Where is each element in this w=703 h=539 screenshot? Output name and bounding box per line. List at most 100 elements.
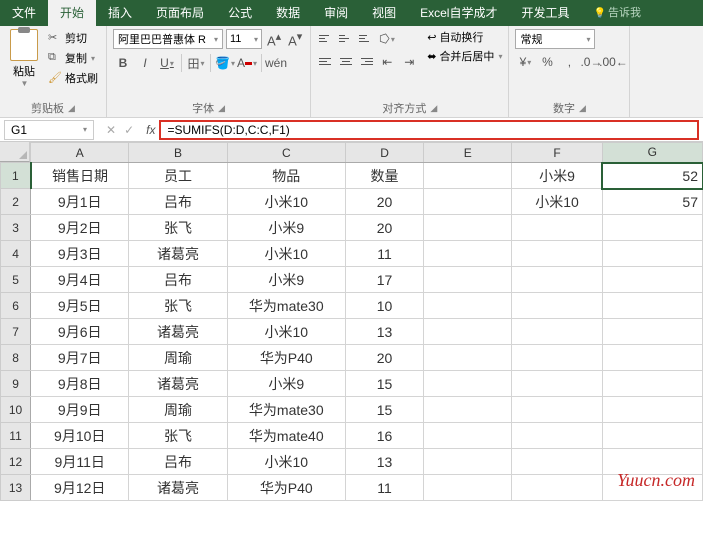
cell[interactable] <box>602 293 702 319</box>
row-header[interactable]: 12 <box>1 449 31 475</box>
row-header[interactable]: 5 <box>1 267 31 293</box>
cell[interactable]: 13 <box>345 449 423 475</box>
cell[interactable] <box>424 293 512 319</box>
tab-layout[interactable]: 页面布局 <box>144 0 216 26</box>
col-header-b[interactable]: B <box>129 143 227 163</box>
comma-button[interactable]: , <box>559 52 579 72</box>
cell[interactable] <box>602 397 702 423</box>
cell[interactable]: 小米10 <box>512 189 602 215</box>
cell[interactable] <box>512 241 602 267</box>
cell[interactable] <box>512 215 602 241</box>
cell[interactable] <box>602 423 702 449</box>
paste-button[interactable]: 粘贴 ▼ <box>6 29 42 88</box>
cell[interactable]: 小米9 <box>512 163 602 189</box>
cell[interactable]: 10 <box>345 293 423 319</box>
underline-button[interactable]: U▾ <box>157 53 177 73</box>
cell[interactable]: 13 <box>345 319 423 345</box>
cell[interactable]: 9月8日 <box>31 371 129 397</box>
row-header[interactable]: 13 <box>1 475 31 501</box>
cell[interactable] <box>512 449 602 475</box>
align-top-button[interactable] <box>317 29 335 47</box>
cell[interactable]: 20 <box>345 215 423 241</box>
cell[interactable]: 17 <box>345 267 423 293</box>
tell-me[interactable]: 告诉我 <box>582 0 653 26</box>
percent-button[interactable]: % <box>537 52 557 72</box>
cell[interactable] <box>512 345 602 371</box>
cell[interactable]: 销售日期 <box>31 163 129 189</box>
cell[interactable] <box>602 371 702 397</box>
cell[interactable]: 吕布 <box>129 267 227 293</box>
align-middle-button[interactable] <box>337 29 355 47</box>
align-left-button[interactable] <box>317 52 335 70</box>
cell[interactable]: 9月2日 <box>31 215 129 241</box>
increase-font-button[interactable]: A▴ <box>265 30 283 48</box>
cell[interactable]: 小米9 <box>227 267 345 293</box>
enter-formula-button[interactable]: ✓ <box>124 123 134 137</box>
cell[interactable] <box>602 215 702 241</box>
tab-addin[interactable]: Excel自学成才 <box>408 0 509 26</box>
cell[interactable] <box>512 475 602 501</box>
dialog-launcher-icon[interactable]: ◢ <box>579 103 586 114</box>
cell[interactable]: 数量 <box>345 163 423 189</box>
cell[interactable]: 华为mate30 <box>227 397 345 423</box>
cell[interactable]: 诸葛亮 <box>129 241 227 267</box>
cell[interactable]: 9月11日 <box>31 449 129 475</box>
border-button[interactable]: 田▾ <box>186 53 206 73</box>
row-header[interactable]: 6 <box>1 293 31 319</box>
col-header-f[interactable]: F <box>512 143 602 163</box>
accounting-button[interactable]: ¥▾ <box>515 52 535 72</box>
cell[interactable]: 小米9 <box>227 371 345 397</box>
cell[interactable]: 9月9日 <box>31 397 129 423</box>
cell-active[interactable]: 52 <box>602 163 702 189</box>
cell[interactable]: 华为mate30 <box>227 293 345 319</box>
row-header[interactable]: 3 <box>1 215 31 241</box>
cut-button[interactable]: ✂剪切 <box>46 29 100 47</box>
format-painter-button[interactable]: 🖌格式刷 <box>46 69 100 87</box>
cell[interactable]: 华为mate40 <box>227 423 345 449</box>
cell[interactable]: 9月5日 <box>31 293 129 319</box>
cell[interactable] <box>424 163 512 189</box>
cell[interactable]: 张飞 <box>129 423 227 449</box>
orientation-button[interactable]: ⭔▾ <box>377 29 397 49</box>
cell[interactable] <box>424 449 512 475</box>
cell[interactable]: 小米10 <box>227 449 345 475</box>
cell[interactable]: 16 <box>345 423 423 449</box>
row-header[interactable]: 10 <box>1 397 31 423</box>
row-header[interactable]: 9 <box>1 371 31 397</box>
row-header[interactable]: 7 <box>1 319 31 345</box>
cell[interactable]: 20 <box>345 189 423 215</box>
tab-formulas[interactable]: 公式 <box>216 0 264 26</box>
row-header[interactable]: 11 <box>1 423 31 449</box>
tab-home[interactable]: 开始 <box>48 0 96 26</box>
phonetic-button[interactable]: wén <box>266 53 286 73</box>
cell[interactable]: 9月3日 <box>31 241 129 267</box>
cell[interactable]: 11 <box>345 241 423 267</box>
cell[interactable] <box>602 267 702 293</box>
cell[interactable]: 9月6日 <box>31 319 129 345</box>
cell[interactable]: 周瑜 <box>129 345 227 371</box>
cell[interactable]: 57 <box>602 189 702 215</box>
cell[interactable]: 物品 <box>227 163 345 189</box>
number-format-select[interactable]: 常规▾ <box>515 29 595 49</box>
cell[interactable]: 11 <box>345 475 423 501</box>
cell[interactable]: 诸葛亮 <box>129 371 227 397</box>
decrease-font-button[interactable]: A▾ <box>286 30 304 48</box>
cell[interactable]: 小米10 <box>227 241 345 267</box>
cell[interactable]: 小米9 <box>227 215 345 241</box>
col-header-c[interactable]: C <box>227 143 345 163</box>
cell[interactable] <box>602 241 702 267</box>
cell[interactable] <box>512 423 602 449</box>
cell[interactable] <box>424 371 512 397</box>
tab-file[interactable]: 文件 <box>0 0 48 26</box>
row-header[interactable]: 4 <box>1 241 31 267</box>
cancel-formula-button[interactable]: ✕ <box>106 123 116 137</box>
cell[interactable]: 20 <box>345 345 423 371</box>
cell[interactable]: 华为P40 <box>227 345 345 371</box>
cell[interactable] <box>424 423 512 449</box>
cell[interactable] <box>602 449 702 475</box>
wrap-text-button[interactable]: ↩自动换行 <box>427 29 502 45</box>
col-header-d[interactable]: D <box>345 143 423 163</box>
cell[interactable]: 9月7日 <box>31 345 129 371</box>
cell[interactable]: 小米10 <box>227 189 345 215</box>
select-all-corner[interactable] <box>0 142 30 162</box>
